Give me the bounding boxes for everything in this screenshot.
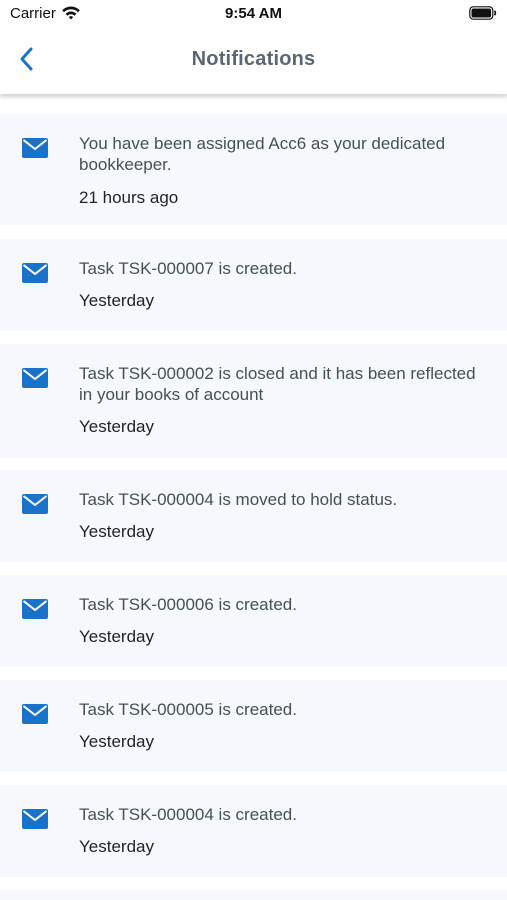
notification-time: Yesterday (79, 627, 154, 646)
notification-item[interactable]: Task TSK-000005 is created. Yesterday (0, 680, 507, 772)
clock: 9:54 AM (225, 5, 282, 22)
notification-item[interactable]: Task TSK-000004 is created. Yesterday (0, 785, 507, 877)
mail-icon (22, 809, 48, 829)
notification-item[interactable]: Task TSK-000004 is moved to hold status.… (0, 470, 507, 562)
notification-message: Task TSK-000005 is created. (79, 700, 297, 719)
notification-time: Yesterday (79, 732, 154, 751)
notification-time: 21 hours ago (79, 188, 179, 207)
page-title: Notifications (191, 48, 316, 70)
mail-icon (22, 599, 48, 619)
nav-bar: Notifications (0, 28, 507, 94)
notification-item[interactable]: Task TSK-000006 is created. Yesterday (0, 575, 507, 667)
status-bar: Carrier 9:54 AM (0, 0, 507, 28)
notification-message: Task TSK-000004 is moved to hold status. (79, 490, 398, 509)
mail-icon (22, 704, 48, 724)
notification-message: Task TSK-000004 is created. (79, 805, 297, 824)
mail-icon (22, 263, 48, 283)
notification-item[interactable]: You have been assigned Acc6 as your dedi… (0, 114, 507, 225)
notification-time: Yesterday (79, 522, 154, 541)
notification-time: Yesterday (79, 837, 154, 856)
mail-icon (22, 494, 48, 514)
notification-time: Yesterday (79, 417, 154, 436)
notification-message: Task TSK-000007 is created. (79, 259, 297, 278)
notification-message: Task TSK-000002 is closed and it has bee… (79, 364, 476, 404)
notification-item-partial[interactable] (0, 890, 507, 900)
battery-icon (469, 6, 497, 20)
notification-item[interactable]: Task TSK-000002 is closed and it has bee… (0, 344, 507, 458)
notification-time: Yesterday (79, 291, 154, 310)
notification-message: Task TSK-000006 is created. (79, 595, 297, 614)
mail-icon (22, 368, 48, 388)
notification-message: You have been assigned Acc6 as your dedi… (79, 134, 446, 174)
mail-icon (22, 138, 48, 158)
notification-item[interactable]: Task TSK-000007 is created. Yesterday (0, 239, 507, 331)
